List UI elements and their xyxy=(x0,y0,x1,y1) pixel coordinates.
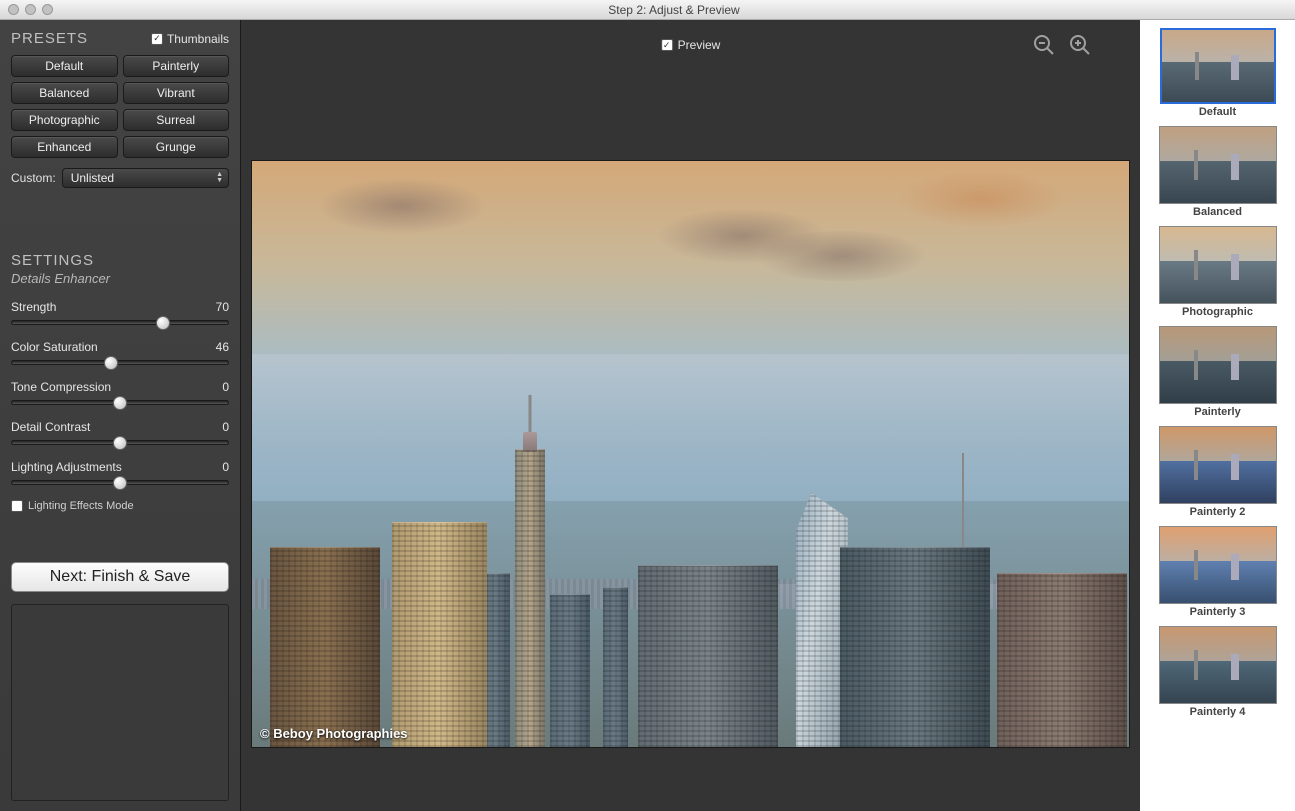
settings-subtitle: Details Enhancer xyxy=(11,271,229,286)
preview-checkbox[interactable]: Preview xyxy=(661,38,721,52)
slider-detail-contrast[interactable] xyxy=(11,440,229,445)
thumbnail-item[interactable]: Balanced xyxy=(1146,126,1289,222)
slider-thumb[interactable] xyxy=(113,396,127,410)
thumbnail-label: Photographic xyxy=(1146,304,1289,322)
slider-thumb[interactable] xyxy=(104,356,118,370)
thumbnails-panel[interactable]: Default Balanced Photographic Painterly … xyxy=(1140,20,1295,811)
preset-button-default[interactable]: Default xyxy=(11,55,118,77)
preset-button-painterly[interactable]: Painterly xyxy=(123,55,230,77)
window-titlebar: Step 2: Adjust & Preview xyxy=(0,0,1295,20)
thumbnail-image[interactable] xyxy=(1159,226,1277,304)
thumbnail-label: Painterly 3 xyxy=(1146,604,1289,622)
next-finish-save-button[interactable]: Next: Finish & Save xyxy=(11,562,229,592)
minimize-window-button[interactable] xyxy=(25,4,36,15)
checkbox-icon xyxy=(151,33,163,45)
lighting-effects-label: Lighting Effects Mode xyxy=(28,500,134,512)
thumbnail-image[interactable] xyxy=(1159,426,1277,504)
thumbnail-item[interactable]: Default xyxy=(1146,28,1289,122)
zoom-in-icon xyxy=(1068,33,1092,57)
thumbnail-image[interactable] xyxy=(1159,126,1277,204)
thumbnail-label: Balanced xyxy=(1146,204,1289,222)
thumbnail-image[interactable] xyxy=(1159,526,1277,604)
zoom-in-button[interactable] xyxy=(1067,32,1093,58)
slider-lighting-adjustments[interactable] xyxy=(11,480,229,485)
preset-button-vibrant[interactable]: Vibrant xyxy=(123,82,230,104)
zoom-out-button[interactable] xyxy=(1031,32,1057,58)
thumbnail-image[interactable] xyxy=(1159,326,1277,404)
preset-button-photographic[interactable]: Photographic xyxy=(11,109,118,131)
image-watermark: © Beboy Photographies xyxy=(260,726,408,741)
slider-label: Tone Compression xyxy=(11,380,111,394)
thumbnail-label: Painterly 4 xyxy=(1146,704,1289,722)
thumbnails-label: Thumbnails xyxy=(167,32,229,46)
custom-selected: Unlisted xyxy=(71,171,114,185)
preset-button-grunge[interactable]: Grunge xyxy=(123,136,230,158)
thumbnail-item[interactable]: Painterly xyxy=(1146,326,1289,422)
settings-heading: SETTINGS xyxy=(11,252,229,269)
slider-thumb[interactable] xyxy=(113,476,127,490)
slider-label: Detail Contrast xyxy=(11,420,90,434)
thumbnail-item[interactable]: Painterly 3 xyxy=(1146,526,1289,622)
thumbnail-image[interactable] xyxy=(1159,626,1277,704)
thumbnail-label: Painterly 2 xyxy=(1146,504,1289,522)
slider-value: 0 xyxy=(222,420,229,434)
close-window-button[interactable] xyxy=(8,4,19,15)
thumbnail-item[interactable]: Painterly 2 xyxy=(1146,426,1289,522)
window-title: Step 2: Adjust & Preview xyxy=(53,3,1295,17)
slider-tone-compression[interactable] xyxy=(11,400,229,405)
zoom-out-icon xyxy=(1032,33,1056,57)
slider-label: Strength xyxy=(11,300,56,314)
slider-value: 0 xyxy=(222,460,229,474)
preset-button-enhanced[interactable]: Enhanced xyxy=(11,136,118,158)
preview-image: © Beboy Photographies xyxy=(251,160,1130,748)
preset-button-surreal[interactable]: Surreal xyxy=(123,109,230,131)
slider-label: Color Saturation xyxy=(11,340,98,354)
thumbnail-label: Default xyxy=(1146,104,1289,122)
slider-strength[interactable] xyxy=(11,320,229,325)
thumbnail-item[interactable]: Painterly 4 xyxy=(1146,626,1289,722)
slider-label: Lighting Adjustments xyxy=(11,460,122,474)
preview-area: Preview xyxy=(241,20,1140,811)
checkbox-icon xyxy=(11,500,23,512)
thumbnail-label: Painterly xyxy=(1146,404,1289,422)
preset-button-balanced[interactable]: Balanced xyxy=(11,82,118,104)
checkbox-icon xyxy=(661,39,673,51)
log-panel xyxy=(11,604,229,801)
chevron-updown-icon: ▲▼ xyxy=(216,172,223,184)
custom-label: Custom: xyxy=(11,171,56,185)
slider-value: 70 xyxy=(216,300,229,314)
slider-value: 46 xyxy=(216,340,229,354)
lighting-effects-checkbox[interactable]: Lighting Effects Mode xyxy=(11,500,229,512)
presets-heading: PRESETS xyxy=(11,30,88,47)
slider-thumb[interactable] xyxy=(113,436,127,450)
slider-value: 0 xyxy=(222,380,229,394)
thumbnail-item[interactable]: Photographic xyxy=(1146,226,1289,322)
slider-thumb[interactable] xyxy=(156,316,170,330)
thumbnail-image[interactable] xyxy=(1160,28,1276,104)
thumbnails-checkbox[interactable]: Thumbnails xyxy=(151,32,229,46)
left-sidebar: PRESETS Thumbnails DefaultPainterlyBalan… xyxy=(0,20,241,811)
zoom-window-button[interactable] xyxy=(42,4,53,15)
preview-label: Preview xyxy=(678,38,721,52)
custom-preset-select[interactable]: Unlisted ▲▼ xyxy=(62,168,229,188)
slider-color-saturation[interactable] xyxy=(11,360,229,365)
